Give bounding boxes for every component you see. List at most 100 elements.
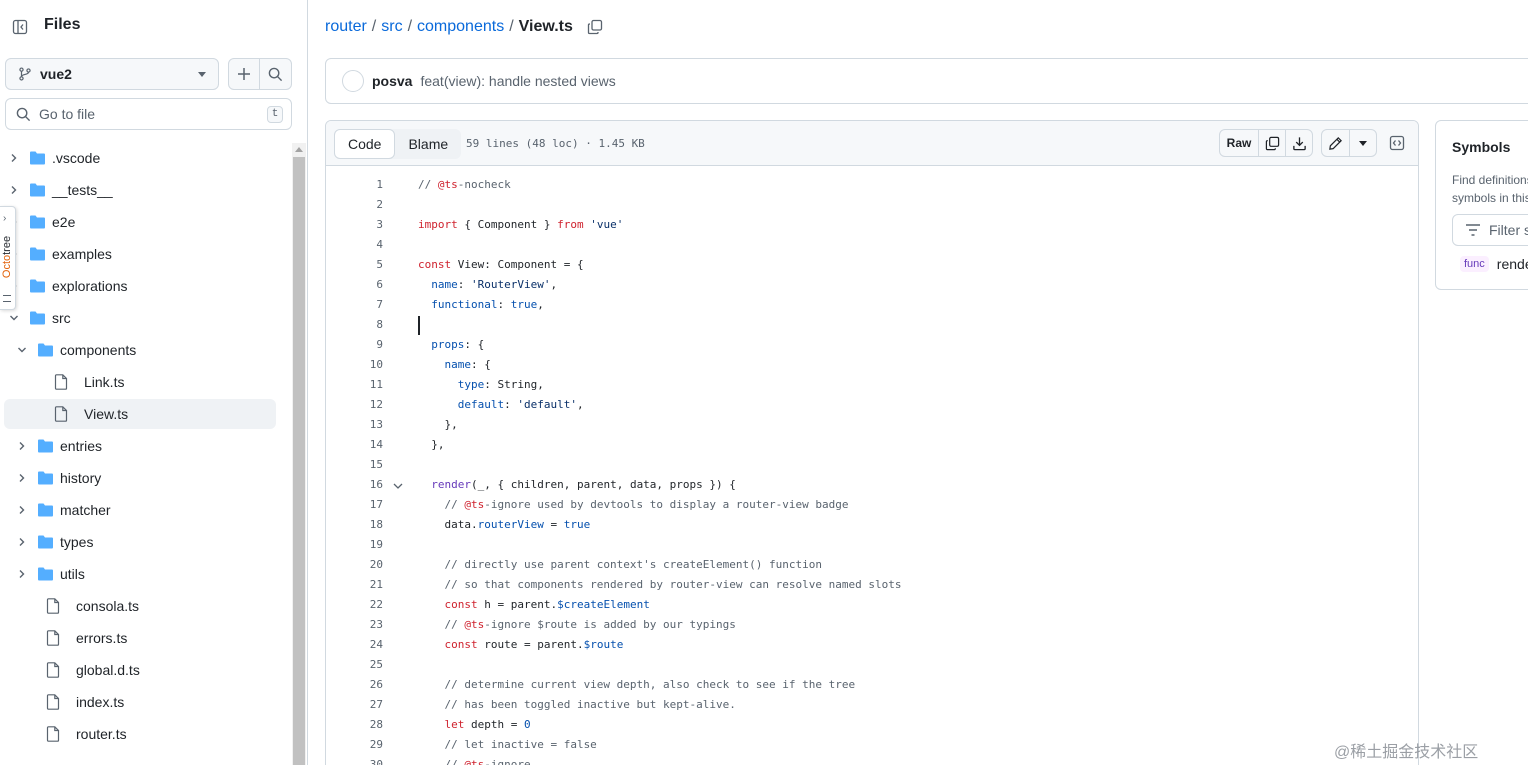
octotree-toggle[interactable]: › Octotree — [0, 206, 16, 310]
line-number[interactable]: 16 — [326, 475, 383, 495]
line-number[interactable]: 22 — [326, 595, 383, 615]
line-number[interactable]: 21 — [326, 575, 383, 595]
copy-path-button[interactable] — [585, 17, 605, 37]
scroll-up-arrow-icon[interactable] — [295, 147, 303, 152]
line-number[interactable]: 6 — [326, 275, 383, 295]
line-number[interactable]: 19 — [326, 535, 383, 555]
copy-raw-button[interactable] — [1258, 130, 1285, 156]
tree-folder[interactable]: entries — [4, 431, 276, 461]
folder-icon — [28, 246, 46, 262]
line-number[interactable]: 11 — [326, 375, 383, 395]
line-number[interactable]: 15 — [326, 455, 383, 475]
tree-folder[interactable]: history — [4, 463, 276, 493]
chevron-right-icon[interactable] — [16, 472, 28, 484]
edit-file-button[interactable] — [1322, 130, 1349, 156]
tree-folder[interactable]: .vscode — [4, 143, 276, 173]
branch-selector[interactable]: vue2 — [5, 58, 219, 90]
line-number[interactable]: 20 — [326, 555, 383, 575]
caret-down-icon — [1359, 140, 1367, 146]
collapse-sidebar-button[interactable] — [6, 13, 34, 41]
breadcrumb-src-link[interactable]: src — [381, 18, 402, 36]
line-number[interactable]: 13 — [326, 415, 383, 435]
breadcrumb-repo-link[interactable]: router — [325, 18, 367, 36]
line-number[interactable]: 5 — [326, 255, 383, 275]
line-number[interactable]: 17 — [326, 495, 383, 515]
tree-file[interactable]: View.ts — [4, 399, 276, 429]
line-number[interactable]: 24 — [326, 635, 383, 655]
tree-folder[interactable]: src — [4, 303, 276, 333]
sidebar-collapse-icon — [12, 19, 28, 35]
download-button[interactable] — [1285, 130, 1312, 156]
tab-blame[interactable]: Blame — [395, 129, 461, 159]
tree-folder[interactable]: types — [4, 527, 276, 557]
line-number[interactable]: 4 — [326, 235, 383, 255]
fold-chevron-icon[interactable] — [392, 479, 404, 491]
tab-code[interactable]: Code — [334, 129, 396, 159]
add-file-button[interactable] — [229, 59, 261, 89]
tree-file[interactable]: index.ts — [4, 687, 276, 717]
chevron-down-icon[interactable] — [16, 344, 28, 356]
chevron-down-icon[interactable] — [8, 312, 20, 324]
breadcrumb-components-link[interactable]: components — [417, 18, 504, 36]
tree-folder[interactable]: components — [4, 335, 276, 365]
chevron-right-icon[interactable] — [8, 184, 20, 196]
chevron-right-icon[interactable] — [16, 568, 28, 580]
tree-folder[interactable]: e2e — [4, 207, 276, 237]
line-number[interactable]: 25 — [326, 655, 383, 675]
code-line: 6 name: 'RouterView', — [326, 275, 1418, 295]
edit-dropdown-button[interactable] — [1349, 130, 1376, 156]
code-header: Code Blame 59 lines (48 loc) · 1.45 KB R… — [326, 121, 1418, 166]
line-number[interactable]: 26 — [326, 675, 383, 695]
chevron-right-icon[interactable] — [8, 152, 20, 164]
chevron-right-icon[interactable] — [16, 504, 28, 516]
tree-folder[interactable]: __tests__ — [4, 175, 276, 205]
raw-button[interactable]: Raw — [1220, 130, 1258, 156]
tree-file[interactable]: errors.ts — [4, 623, 276, 653]
line-code: // determine current view depth, also ch… — [418, 678, 856, 691]
line-code: render(_, { children, parent, data, prop… — [431, 478, 736, 491]
line-number[interactable]: 29 — [326, 735, 383, 755]
line-number[interactable]: 7 — [326, 295, 383, 315]
line-number[interactable]: 8 — [326, 315, 383, 335]
symbols-filter-input[interactable] — [1489, 222, 1528, 238]
chevron-right-icon[interactable] — [16, 440, 28, 452]
tree-file[interactable]: consola.ts — [4, 591, 276, 621]
tree-folder[interactable]: utils — [4, 559, 276, 589]
search-code-button[interactable] — [260, 59, 291, 89]
tree-file[interactable]: router.ts — [4, 719, 276, 749]
line-number[interactable]: 12 — [326, 395, 383, 415]
commit-author[interactable]: posva — [372, 73, 412, 89]
line-number[interactable]: 9 — [326, 335, 383, 355]
line-number[interactable]: 1 — [326, 175, 383, 195]
tree-scrollbar[interactable] — [292, 143, 306, 765]
commit-message[interactable]: feat(view): handle nested views — [420, 73, 615, 89]
line-number[interactable]: 28 — [326, 715, 383, 735]
tree-item-label: examples — [52, 246, 112, 262]
tree-folder[interactable]: examples — [4, 239, 276, 269]
line-number[interactable]: 30 — [326, 755, 383, 765]
scrollbar-thumb[interactable] — [293, 157, 305, 765]
go-to-file-input[interactable] — [39, 106, 259, 122]
search-icon — [268, 67, 283, 81]
line-number[interactable]: 27 — [326, 695, 383, 715]
line-code: data.routerView = true — [418, 518, 591, 531]
line-number[interactable]: 10 — [326, 355, 383, 375]
tree-folder[interactable]: matcher — [4, 495, 276, 525]
line-number[interactable]: 14 — [326, 435, 383, 455]
tree-file[interactable]: Link.ts — [4, 367, 276, 397]
code-line: 27 // has been toggled inactive but kept… — [326, 695, 1418, 715]
tree-folder[interactable]: explorations — [4, 271, 276, 301]
avatar[interactable] — [342, 70, 364, 92]
line-number[interactable]: 23 — [326, 615, 383, 635]
line-number[interactable]: 18 — [326, 515, 383, 535]
chevron-right-icon[interactable] — [16, 536, 28, 548]
code-line: 21 // so that components rendered by rou… — [326, 575, 1418, 595]
line-number[interactable]: 3 — [326, 215, 383, 235]
breadcrumb: router / src / components / View.ts — [325, 16, 605, 38]
git-branch-icon — [19, 67, 31, 81]
symbols-panel-toggle[interactable] — [1383, 129, 1411, 157]
tree-item-label: entries — [60, 438, 103, 454]
tree-file[interactable]: global.d.ts — [4, 655, 276, 685]
line-number[interactable]: 2 — [326, 195, 383, 215]
symbol-item[interactable]: func render — [1460, 256, 1528, 272]
